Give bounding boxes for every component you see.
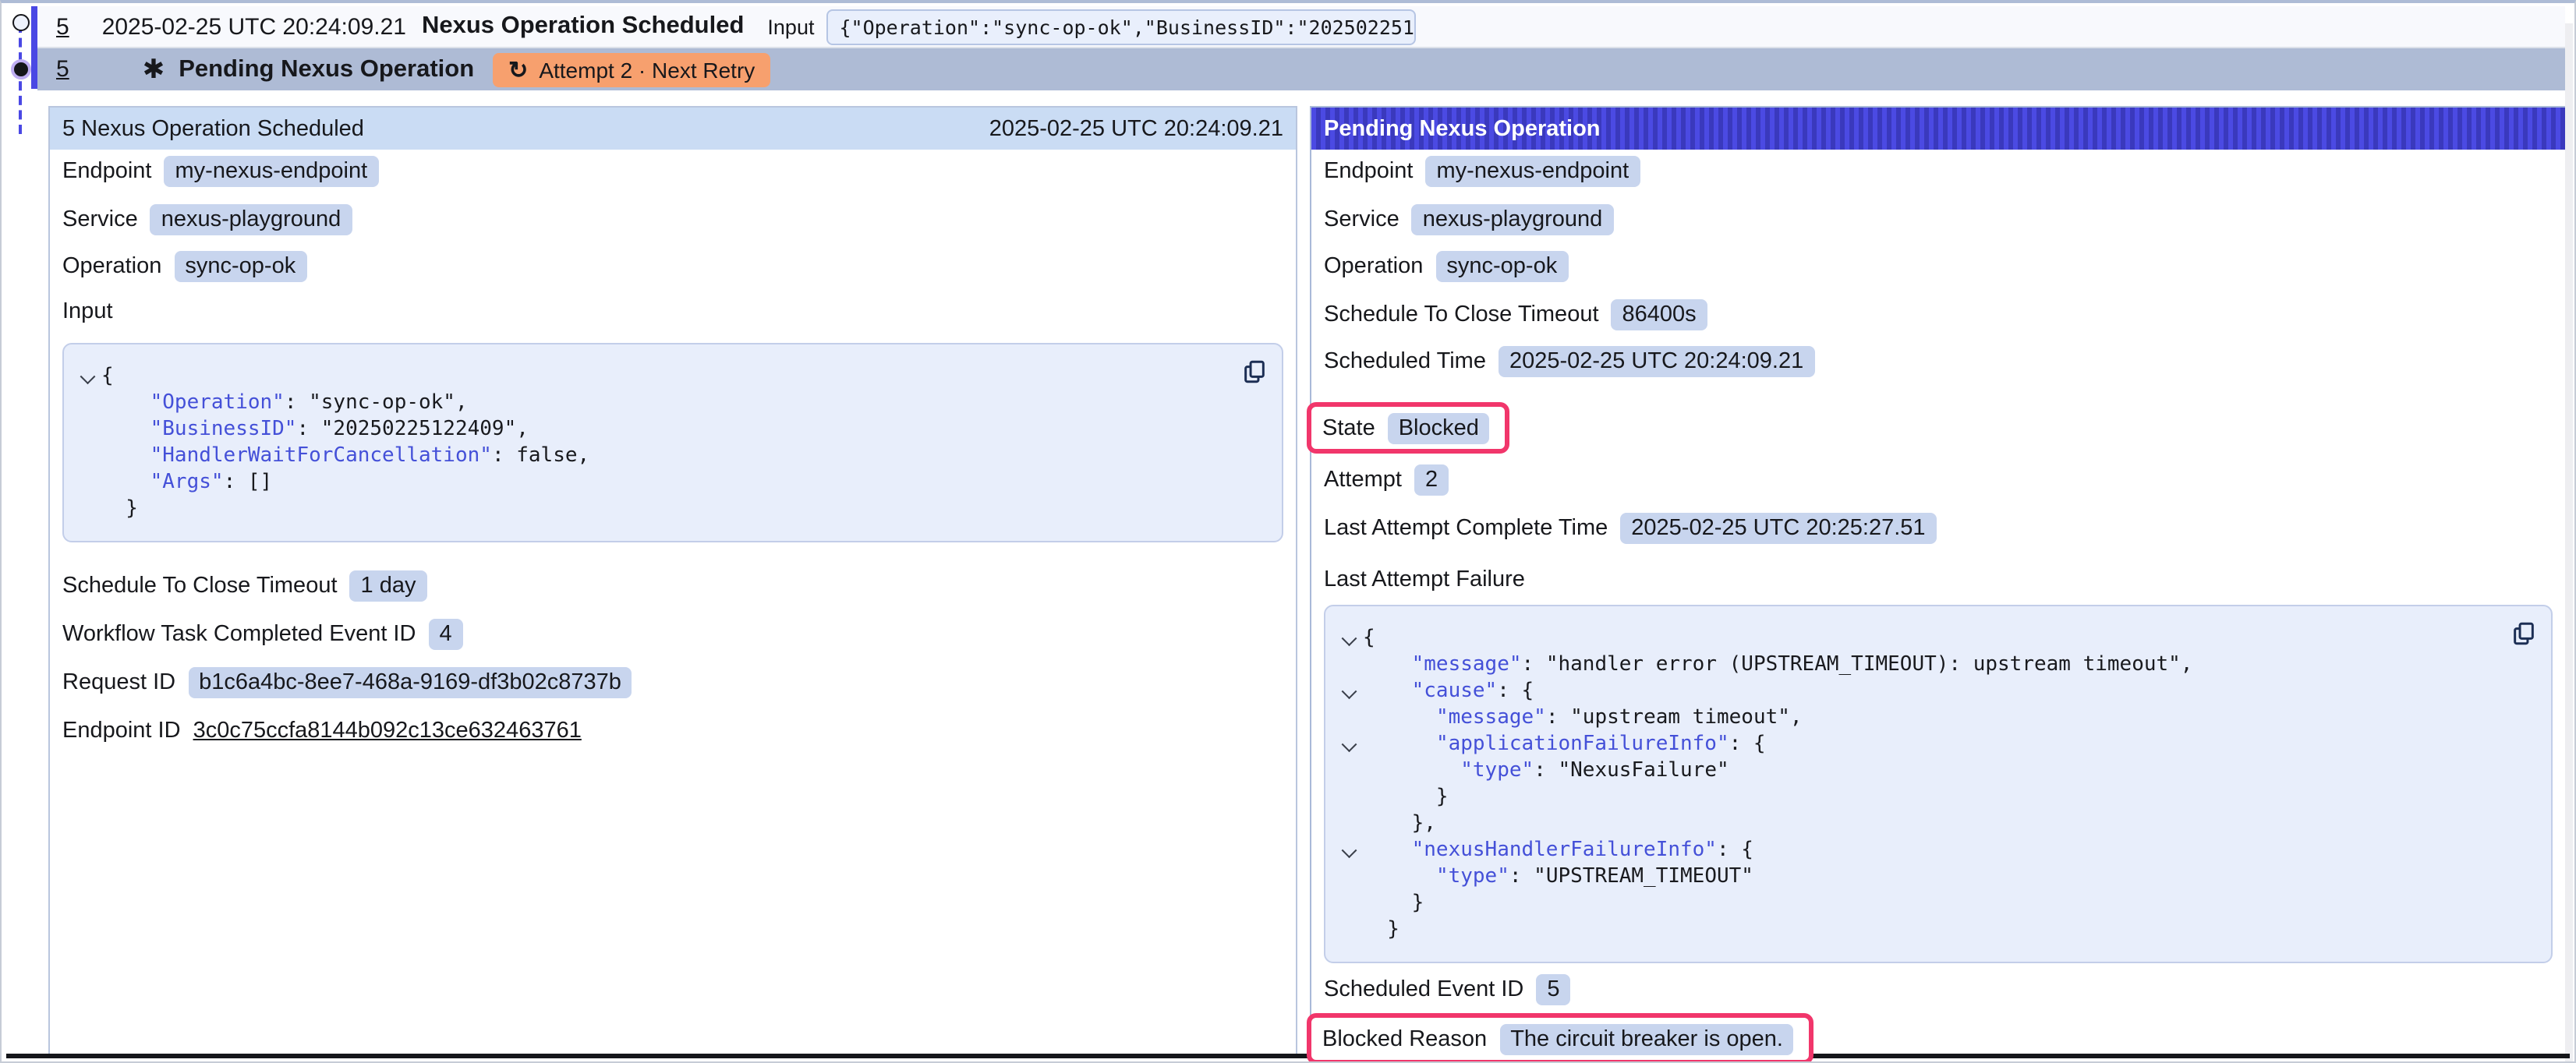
blocked-reason-value: The circuit breaker is open. [1499,1023,1794,1054]
pending-title: Pending Nexus Operation [179,55,474,83]
right-card-header: Pending Nexus Operation [1311,108,2565,150]
seid-value: 5 [1536,974,1570,1005]
seid-label: Scheduled Event ID [1324,977,1523,1002]
scheduled-time-label: Scheduled Time [1324,349,1486,374]
attempt-label: Attempt [1324,467,1402,492]
stct-value: 1 day [350,570,427,602]
operation-label: Operation [62,254,161,279]
vertical-scrollbar[interactable] [2565,23,2573,1061]
failure-json-viewer: { "message": "handler error (UPSTREAM_TI… [1324,605,2553,963]
right-card-title: Pending Nexus Operation [1324,116,1601,141]
state-label: State [1322,415,1375,440]
left-card-timestamp: 2025-02-25 UTC 20:24:09.21 [989,116,1283,141]
input-section-label: Input [62,296,1283,327]
field-endpoint: Endpoint my-nexus-endpoint [1324,156,2553,187]
state-highlight-annotation: State Blocked [1307,402,1510,454]
service-label: Service [1324,207,1399,231]
field-scheduled-event-id: Scheduled Event ID 5 [1324,974,2553,1005]
wtce-label: Workflow Task Completed Event ID [62,622,416,647]
scheduled-time-value: 2025-02-25 UTC 20:24:09.21 [1499,346,1814,377]
event-title: Nexus Operation Scheduled [422,12,744,41]
lact-value: 2025-02-25 UTC 20:25:27.51 [1620,513,1936,544]
pending-id-link[interactable]: 5 [56,56,69,83]
event-timestamp: 2025-02-25 UTC 20:24:09.21 [102,13,406,40]
retry-icon: ↻ [508,55,528,83]
field-attempt: Attempt 2 [1324,464,2553,495]
window-bottom-border [6,1054,2570,1058]
field-workflow-task-completed-event-id: Workflow Task Completed Event ID 4 [62,619,1283,650]
attempt-value: 2 [1414,464,1449,495]
field-last-attempt-complete-time: Last Attempt Complete Time 2025-02-25 UT… [1324,513,2553,544]
stct-label: Schedule To Close Timeout [1324,302,1599,327]
timeline-event-node-icon[interactable] [12,13,29,30]
field-endpoint: Endpoint my-nexus-endpoint [62,156,1283,187]
stct-label: Schedule To Close Timeout [62,574,338,599]
state-value: Blocked [1388,412,1490,443]
event-id-link[interactable]: 5 [56,13,69,40]
field-operation: Operation sync-op-ok [1324,251,2553,282]
event-row-nexus-operation-scheduled[interactable]: 5 2025-02-25 UTC 20:24:09.21 Nexus Opera… [37,6,2565,48]
endpoint-value: my-nexus-endpoint [165,156,379,187]
endpoint-value: my-nexus-endpoint [1426,156,1640,187]
copy-icon[interactable] [2511,620,2537,647]
field-scheduled-time: Scheduled Time 2025-02-25 UTC 20:24:09.2… [1324,346,2553,377]
blocked-reason-highlight-annotation: Blocked Reason The circuit breaker is op… [1307,1013,1814,1063]
endpoint-label: Endpoint [62,159,152,184]
field-service: Service nexus-playground [1324,203,2553,235]
field-service: Service nexus-playground [62,203,1283,235]
field-request-id: Request ID b1c6a4bc-8ee7-468a-9169-df3b0… [62,667,1283,698]
request-id-value: b1c6a4bc-8ee7-468a-9169-df3b02c8737b [188,667,632,698]
endpoint-label: Endpoint [1324,159,1414,184]
attempt-retry-badge: ↻ Attempt 2 · Next Retry [493,52,770,87]
asterisk-pending-icon: ✱ [143,56,165,83]
request-id-label: Request ID [62,670,175,695]
collapse-chevron-icon[interactable] [1342,633,1356,647]
copy-icon[interactable] [1241,358,1268,385]
operation-value: sync-op-ok [174,251,306,282]
endpoint-id-link[interactable]: 3c0c75ccfa8144b092c13ce632463761 [193,719,582,743]
event-detail-card-scheduled: 5 Nexus Operation Scheduled 2025-02-25 U… [48,106,1297,1055]
collapse-chevron-icon[interactable] [1342,739,1356,753]
field-schedule-to-close-timeout: Schedule To Close Timeout 1 day [62,570,1283,602]
service-label: Service [62,207,138,231]
field-operation: Operation sync-op-ok [62,251,1283,282]
event-input-preview[interactable]: {"Operation":"sync-op-ok","BusinessID":"… [826,9,1416,44]
last-attempt-failure-label: Last Attempt Failure [1324,564,2553,595]
event-row-pending-nexus-operation[interactable]: 5 ✱ Pending Nexus Operation ↻ Attempt 2 … [37,48,2565,90]
operation-value: sync-op-ok [1435,251,1568,282]
collapse-chevron-icon[interactable] [80,371,94,385]
event-input-label: Input [767,15,814,38]
endpoint-id-label: Endpoint ID [62,719,181,743]
operation-label: Operation [1324,254,1423,279]
collapse-chevron-icon[interactable] [1342,845,1356,859]
left-card-header: 5 Nexus Operation Scheduled 2025-02-25 U… [50,108,1296,150]
left-card-title: 5 Nexus Operation Scheduled [62,116,364,141]
event-rows: 5 2025-02-25 UTC 20:24:09.21 Nexus Opera… [37,6,2565,90]
collapse-chevron-icon[interactable] [1342,686,1356,700]
field-endpoint-id: Endpoint ID 3c0c75ccfa8144b092c13ce63246… [62,715,1283,747]
wtce-value: 4 [428,619,462,650]
selected-event-indicator-bar [30,6,37,89]
workflow-event-viewer: 5 2025-02-25 UTC 20:24:09.21 Nexus Opera… [0,0,2576,1063]
field-schedule-to-close-timeout: Schedule To Close Timeout 86400s [1324,298,2553,330]
pending-operation-card: Pending Nexus Operation Endpoint my-nexu… [1310,106,2567,1063]
service-value: nexus-playground [150,203,352,235]
lact-label: Last Attempt Complete Time [1324,516,1608,541]
stct-value: 86400s [1612,298,1707,330]
input-json-viewer: { "Operation": "sync-op-ok", "BusinessID… [62,343,1283,542]
timeline-pending-node-icon[interactable] [11,59,31,79]
attempt-badge-label: Attempt 2 · Next Retry [539,57,755,82]
blocked-reason-label: Blocked Reason [1322,1026,1487,1051]
service-value: nexus-playground [1412,203,1614,235]
